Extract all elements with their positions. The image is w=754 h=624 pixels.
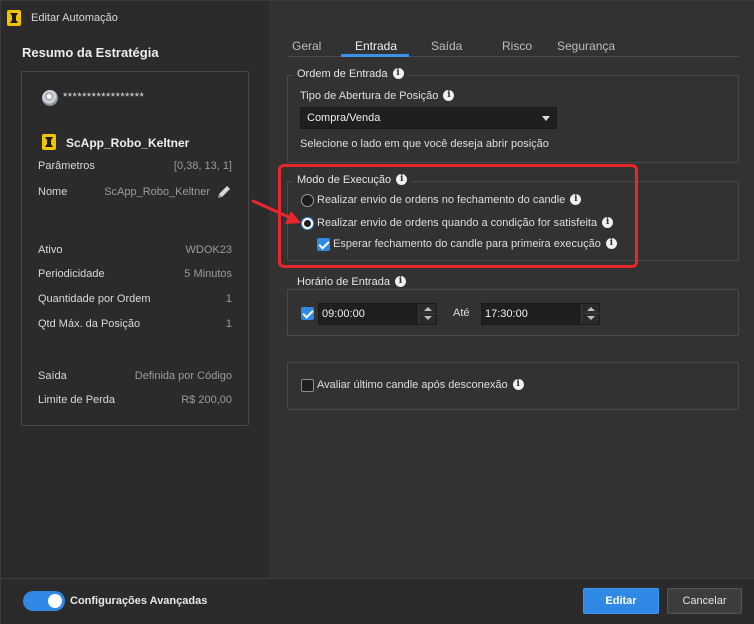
- advanced-settings-toggle[interactable]: [23, 591, 65, 611]
- edit-button[interactable]: Editar: [583, 588, 659, 614]
- entry-order-legend: Ordem de Entrada i: [293, 67, 408, 80]
- summary-key: Parâmetros: [38, 160, 95, 172]
- summary-key: Saída: [38, 370, 67, 382]
- info-icon[interactable]: i: [396, 173, 408, 185]
- summary-row-nome: Nome ScApp_Robo_Keltner: [38, 186, 232, 202]
- info-icon[interactable]: i: [443, 89, 455, 101]
- spin-up-icon[interactable]: [582, 304, 600, 314]
- start-time-value: 09:00:00: [322, 308, 365, 320]
- exec-mode-legend: Modo de Execução i: [293, 173, 412, 186]
- strategy-summary-card: ***************** ScApp_Robo_Keltner Par…: [21, 71, 249, 426]
- entry-time-legend-text: Horário de Entrada: [297, 276, 390, 288]
- summary-row-parametros: Parâmetros [0,38, 13, 1]: [38, 160, 232, 176]
- summary-value: 1: [225, 318, 232, 330]
- summary-value: ScApp_Robo_Keltner: [104, 186, 210, 198]
- summary-key: Periodicidade: [38, 268, 105, 280]
- summary-value: 5 Minutos: [184, 268, 232, 280]
- cancel-button[interactable]: Cancelar: [667, 588, 742, 614]
- exec-option-close-text: Realizar envio de ordens no fechamento d…: [317, 194, 566, 206]
- account-id: *****************: [63, 91, 145, 103]
- summary-key: Ativo: [38, 244, 63, 256]
- summary-row-qtd-max: Qtd Máx. da Posição 1: [38, 318, 232, 334]
- info-icon[interactable]: i: [512, 378, 524, 390]
- active-tab-indicator: [341, 54, 409, 57]
- summary-row-quantidade: Quantidade por Ordem 1: [38, 293, 232, 309]
- summary-value: 1: [225, 293, 232, 305]
- spin-down-icon[interactable]: [419, 314, 437, 324]
- start-time-spinner: [418, 304, 437, 324]
- exec-option-condition-text: Realizar envio de ordens quando a condiç…: [317, 217, 598, 229]
- summary-key: Quantidade por Ordem: [38, 293, 151, 305]
- edit-automation-window: Editar Automação ✕ Resumo da Estratégia …: [0, 0, 754, 624]
- summary-key: Qtd Máx. da Posição: [38, 318, 141, 330]
- summary-value: WDOK23: [185, 244, 232, 256]
- info-icon[interactable]: i: [570, 193, 582, 205]
- summary-row-limite-perda: Limite de Perda R$ 200,00: [38, 394, 232, 410]
- summary-row-ativo: Ativo WDOK23: [38, 244, 232, 260]
- spin-down-icon[interactable]: [582, 314, 600, 324]
- end-time-spinner: [581, 304, 600, 324]
- summary-value: R$ 200,00: [181, 394, 232, 406]
- summary-row-periodicidade: Periodicidade 5 Minutos: [38, 268, 232, 284]
- end-time-input[interactable]: 17:30:00: [481, 303, 600, 325]
- reconnect-label: Avaliar último candle após desconexão i: [317, 378, 524, 391]
- tab-entrada[interactable]: Entrada: [355, 39, 397, 53]
- advanced-settings-label: Configurações Avançadas: [70, 595, 208, 607]
- summary-key: Nome: [38, 186, 68, 198]
- tab-risco[interactable]: Risco: [502, 39, 532, 53]
- chevron-down-icon: [542, 116, 550, 121]
- window-title: Editar Automação: [31, 12, 118, 24]
- entry-time-legend: Horário de Entrada i: [293, 275, 410, 288]
- arrow-annotation-icon: [251, 199, 301, 224]
- info-icon[interactable]: i: [605, 237, 617, 249]
- position-type-select[interactable]: Compra/Venda: [300, 107, 557, 129]
- position-type-label: Tipo de Abertura de Posição i: [300, 89, 455, 102]
- spin-up-icon[interactable]: [419, 304, 437, 314]
- wait-candle-close-checkbox[interactable]: [317, 238, 330, 251]
- entry-order-legend-text: Ordem de Entrada: [297, 68, 388, 80]
- tab-seguranca[interactable]: Segurança: [557, 39, 615, 53]
- tab-geral[interactable]: Geral: [292, 39, 321, 53]
- account-disc-icon: [42, 90, 58, 106]
- summary-value: [0,38, 13, 1]: [173, 160, 232, 172]
- robot-name: ScApp_Robo_Keltner: [66, 136, 190, 150]
- robot-logo-icon: [42, 134, 56, 150]
- position-side-hint: Selecione o lado em que você deseja abri…: [300, 138, 549, 150]
- app-logo-icon: [7, 10, 21, 26]
- wait-candle-close-label: Esperar fechamento do candle para primei…: [333, 237, 617, 250]
- info-icon[interactable]: i: [392, 67, 404, 79]
- start-time-input[interactable]: 09:00:00: [318, 303, 437, 325]
- reconnect-label-text: Avaliar último candle após desconexão: [317, 379, 508, 391]
- info-icon[interactable]: i: [602, 216, 614, 228]
- exec-option-close-label: Realizar envio de ordens no fechamento d…: [317, 193, 582, 206]
- summary-value: Definida por Código: [134, 370, 232, 382]
- exec-option-condition-label: Realizar envio de ordens quando a condiç…: [317, 216, 614, 229]
- entry-time-checkbox[interactable]: [301, 307, 314, 320]
- summary-row-saida: Saída Definida por Código: [38, 370, 232, 386]
- wait-candle-close-text: Esperar fechamento do candle para primei…: [333, 238, 601, 250]
- summary-key: Limite de Perda: [38, 394, 116, 406]
- exec-mode-legend-text: Modo de Execução: [297, 174, 392, 186]
- end-time-value: 17:30:00: [485, 308, 528, 320]
- info-icon[interactable]: i: [394, 275, 406, 287]
- summary-title: Resumo da Estratégia: [22, 45, 159, 60]
- tab-saida[interactable]: Saída: [431, 39, 462, 53]
- reconnect-checkbox[interactable]: [301, 379, 314, 392]
- pencil-icon[interactable]: [216, 184, 232, 200]
- position-type-value: Compra/Venda: [307, 112, 381, 124]
- until-label: Até: [453, 307, 470, 319]
- position-type-label-text: Tipo de Abertura de Posição: [300, 90, 439, 102]
